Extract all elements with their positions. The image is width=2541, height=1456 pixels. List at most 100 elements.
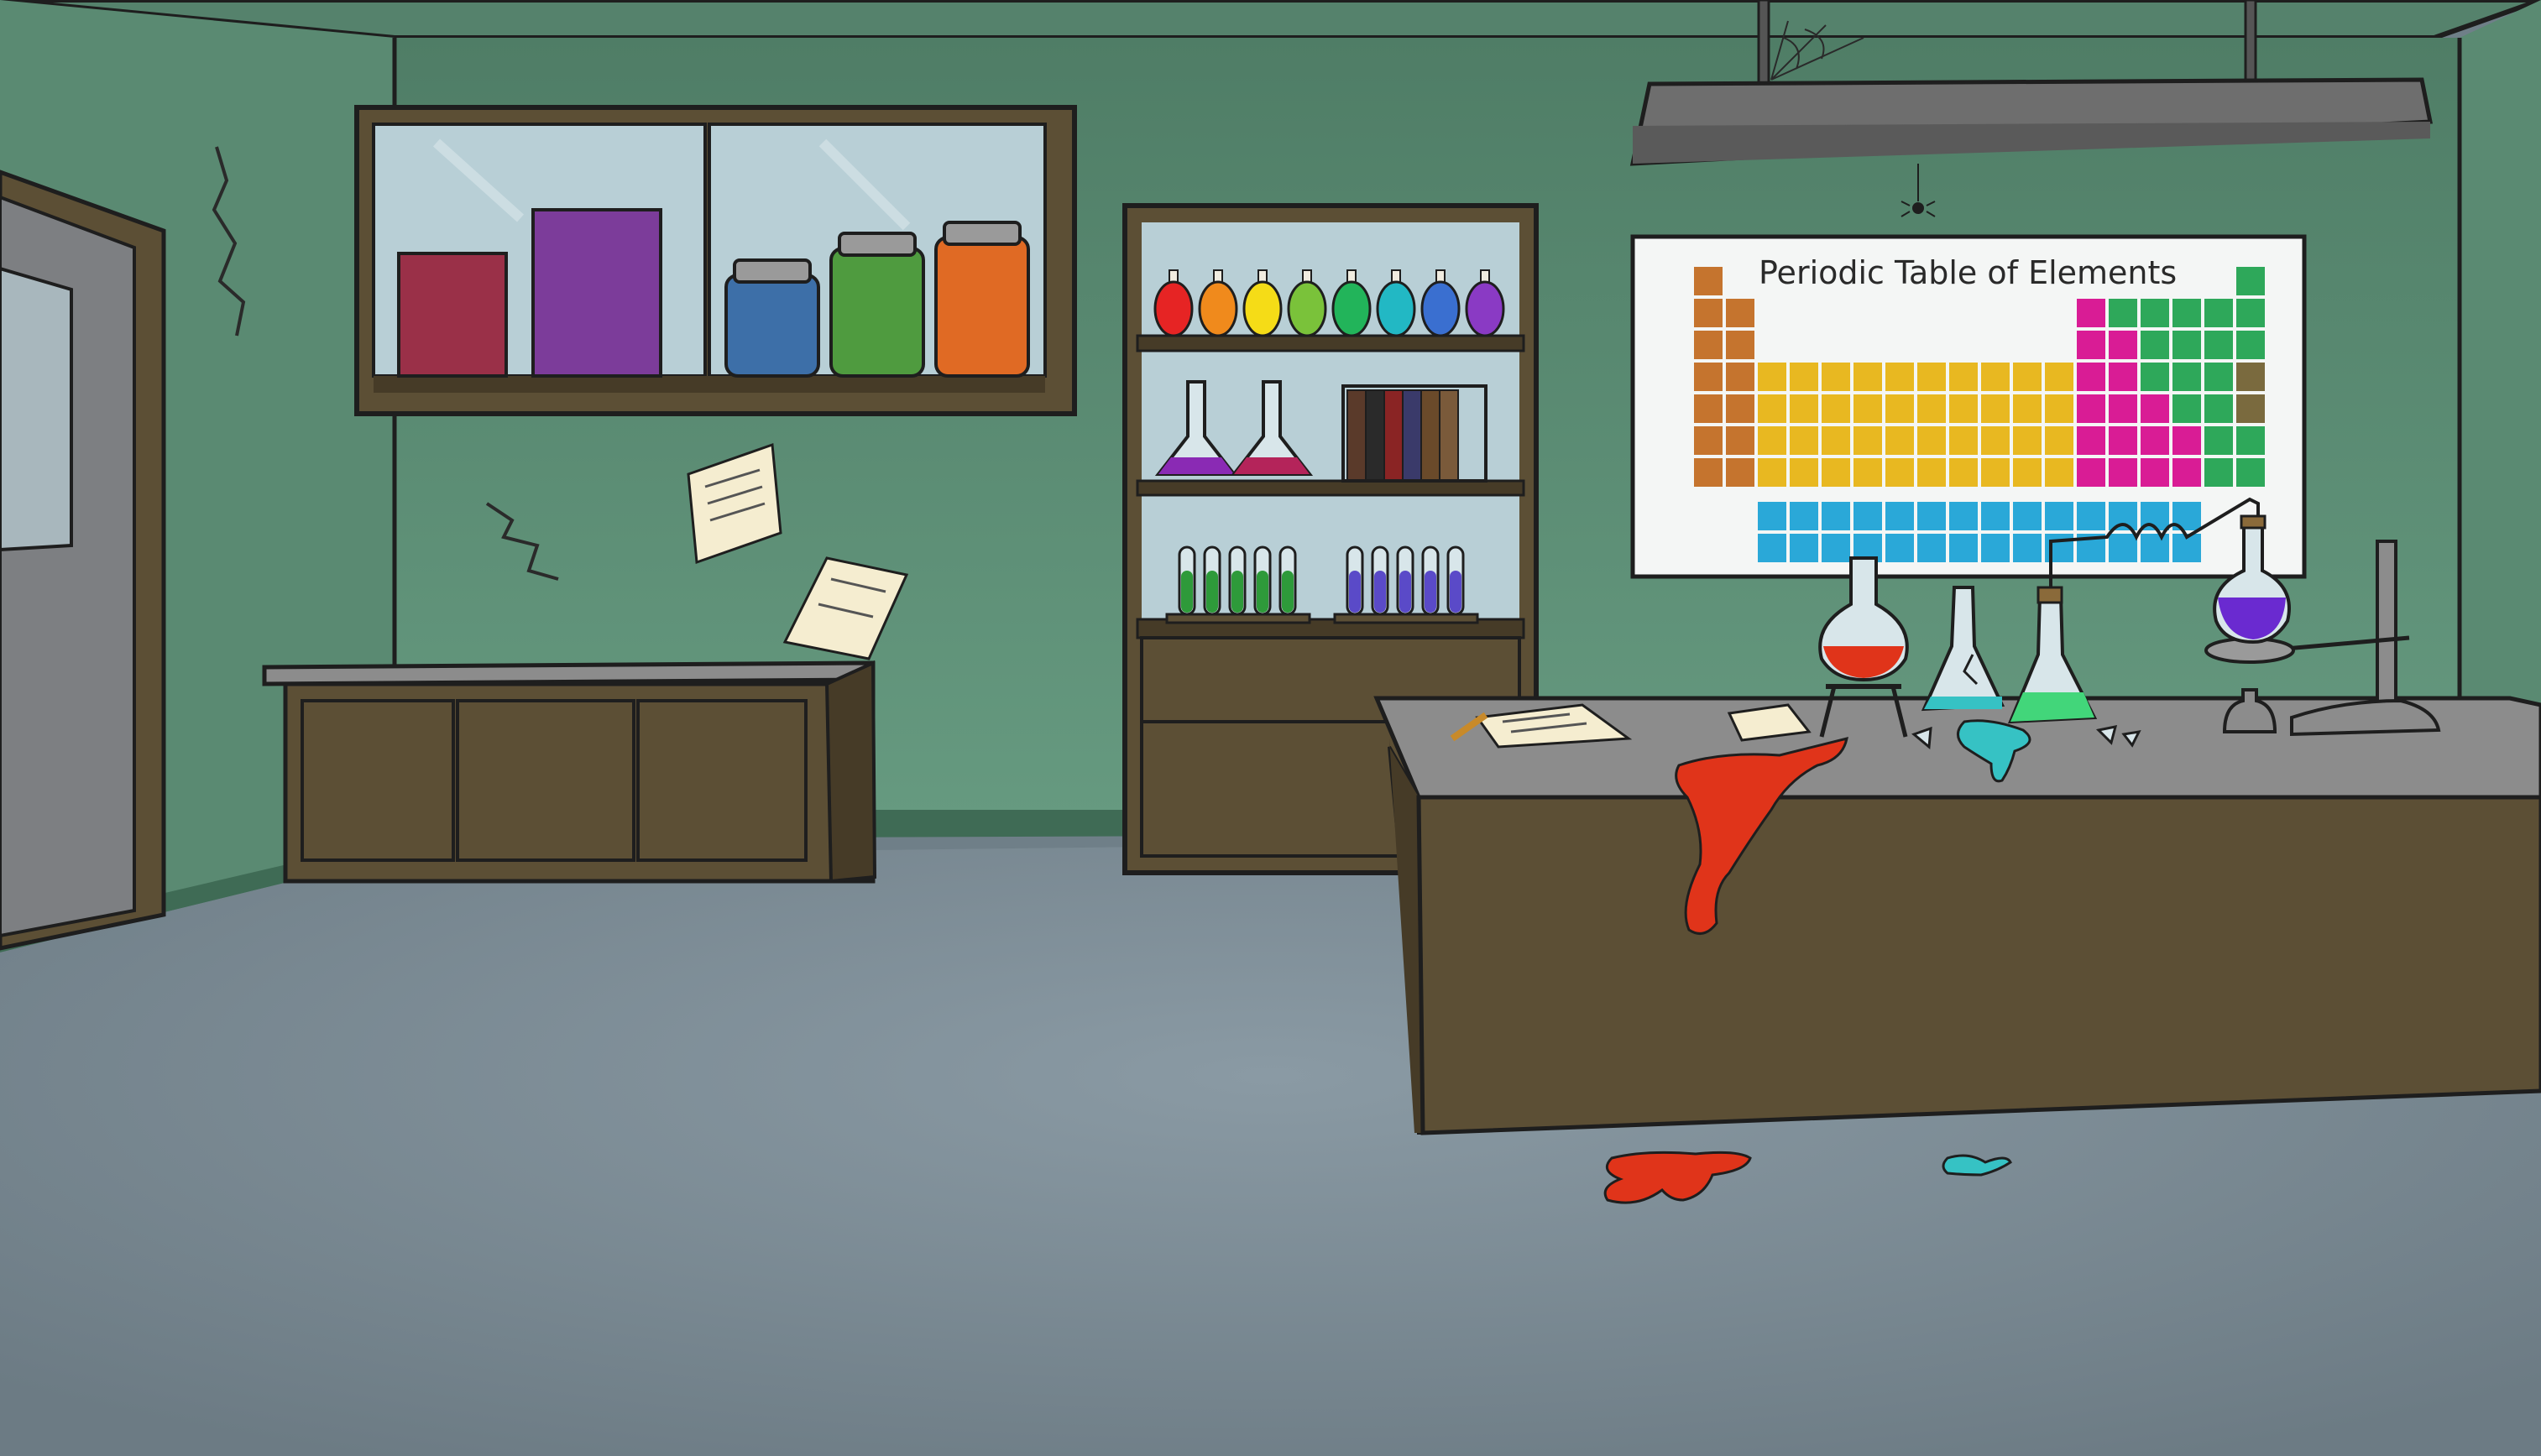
element-cell xyxy=(1790,458,1818,487)
element-cell xyxy=(1822,534,1850,562)
element-cell xyxy=(2172,363,2201,391)
door[interactable] xyxy=(0,170,166,951)
element-cell xyxy=(1949,502,1978,530)
element-cell xyxy=(2236,267,2265,295)
element-cell xyxy=(2045,502,2073,530)
element-cell xyxy=(2013,426,2042,455)
element-cell xyxy=(2109,299,2137,327)
element-cell xyxy=(1726,426,1754,455)
element-cell xyxy=(1694,458,1723,487)
element-cell xyxy=(1981,534,2010,562)
element-cell xyxy=(2109,534,2137,562)
chemistry-lab-scene: Periodic Table of Elements xyxy=(0,0,2541,1456)
element-cell xyxy=(1917,502,1946,530)
element-cell xyxy=(1694,267,1723,295)
test-tube xyxy=(1203,545,1221,616)
element-cell xyxy=(2013,458,2042,487)
element-cell xyxy=(1917,363,1946,391)
test-tube xyxy=(1346,545,1364,616)
test-tube xyxy=(1396,545,1414,616)
element-cell xyxy=(2141,363,2169,391)
element-cell xyxy=(2045,426,2073,455)
element-cell xyxy=(1726,394,1754,423)
element-cell xyxy=(1981,502,2010,530)
element-cell xyxy=(1853,458,1882,487)
element-cell xyxy=(1885,502,1914,530)
element-cell xyxy=(1981,394,2010,423)
element-cell xyxy=(2141,458,2169,487)
element-cell xyxy=(2077,363,2105,391)
test-tube xyxy=(1278,545,1297,616)
element-cell xyxy=(2172,299,2201,327)
door-window xyxy=(0,266,73,552)
element-cell xyxy=(1758,458,1786,487)
element-cell xyxy=(1758,363,1786,391)
element-cell xyxy=(1694,331,1723,359)
element-cell xyxy=(1981,458,2010,487)
element-cell xyxy=(2204,331,2233,359)
storage-jar xyxy=(829,232,925,378)
element-cell xyxy=(2236,426,2265,455)
book xyxy=(1402,389,1422,482)
element-cell xyxy=(1853,502,1882,530)
element-cell xyxy=(1694,394,1723,423)
element-cell xyxy=(2109,331,2137,359)
test-tube xyxy=(1253,545,1272,616)
element-cell xyxy=(2013,534,2042,562)
element-cell xyxy=(1726,458,1754,487)
element-cell xyxy=(1981,426,2010,455)
element-cell xyxy=(1981,363,2010,391)
element-cell xyxy=(2141,394,2169,423)
element-cell xyxy=(1917,426,1946,455)
element-cell xyxy=(2077,502,2105,530)
element-cell xyxy=(2109,458,2137,487)
book xyxy=(1365,389,1385,482)
element-cell xyxy=(2204,426,2233,455)
element-cell xyxy=(1949,363,1978,391)
element-cell xyxy=(1822,502,1850,530)
lab-counter xyxy=(1373,696,2541,1135)
element-cell xyxy=(2141,534,2169,562)
element-cell xyxy=(1758,394,1786,423)
element-cell xyxy=(2045,363,2073,391)
element-cell xyxy=(1790,534,1818,562)
element-cell xyxy=(2045,458,2073,487)
element-cell xyxy=(2077,299,2105,327)
element-cell xyxy=(1885,394,1914,423)
element-cell xyxy=(2013,502,2042,530)
element-cell xyxy=(1949,458,1978,487)
element-cell xyxy=(1790,502,1818,530)
ceiling xyxy=(0,0,2541,40)
storage-box xyxy=(531,208,662,378)
element-cell xyxy=(1822,458,1850,487)
storage-jar xyxy=(934,221,1030,378)
element-cell xyxy=(2172,426,2201,455)
book xyxy=(1439,389,1459,482)
element-cell xyxy=(1694,363,1723,391)
book xyxy=(1383,389,1404,482)
element-cell xyxy=(2077,426,2105,455)
element-cell xyxy=(2236,394,2265,423)
element-cell xyxy=(1917,534,1946,562)
element-cell xyxy=(1726,363,1754,391)
element-cell xyxy=(1885,426,1914,455)
element-cell xyxy=(2172,394,2201,423)
element-cell xyxy=(2109,363,2137,391)
element-cell xyxy=(2172,458,2201,487)
element-cell xyxy=(2236,299,2265,327)
element-cell xyxy=(1694,299,1723,327)
element-cell xyxy=(1885,534,1914,562)
element-cell xyxy=(1853,394,1882,423)
element-cell xyxy=(1853,426,1882,455)
element-cell xyxy=(1758,502,1786,530)
test-tube-rack xyxy=(1165,613,1311,624)
low-cabinet xyxy=(262,660,877,884)
element-cell xyxy=(2236,363,2265,391)
element-cell xyxy=(1758,426,1786,455)
element-cell xyxy=(2077,331,2105,359)
element-cell xyxy=(2204,299,2233,327)
element-cell xyxy=(2204,394,2233,423)
element-cell xyxy=(1853,363,1882,391)
element-cell xyxy=(2077,394,2105,423)
element-cell xyxy=(1885,458,1914,487)
